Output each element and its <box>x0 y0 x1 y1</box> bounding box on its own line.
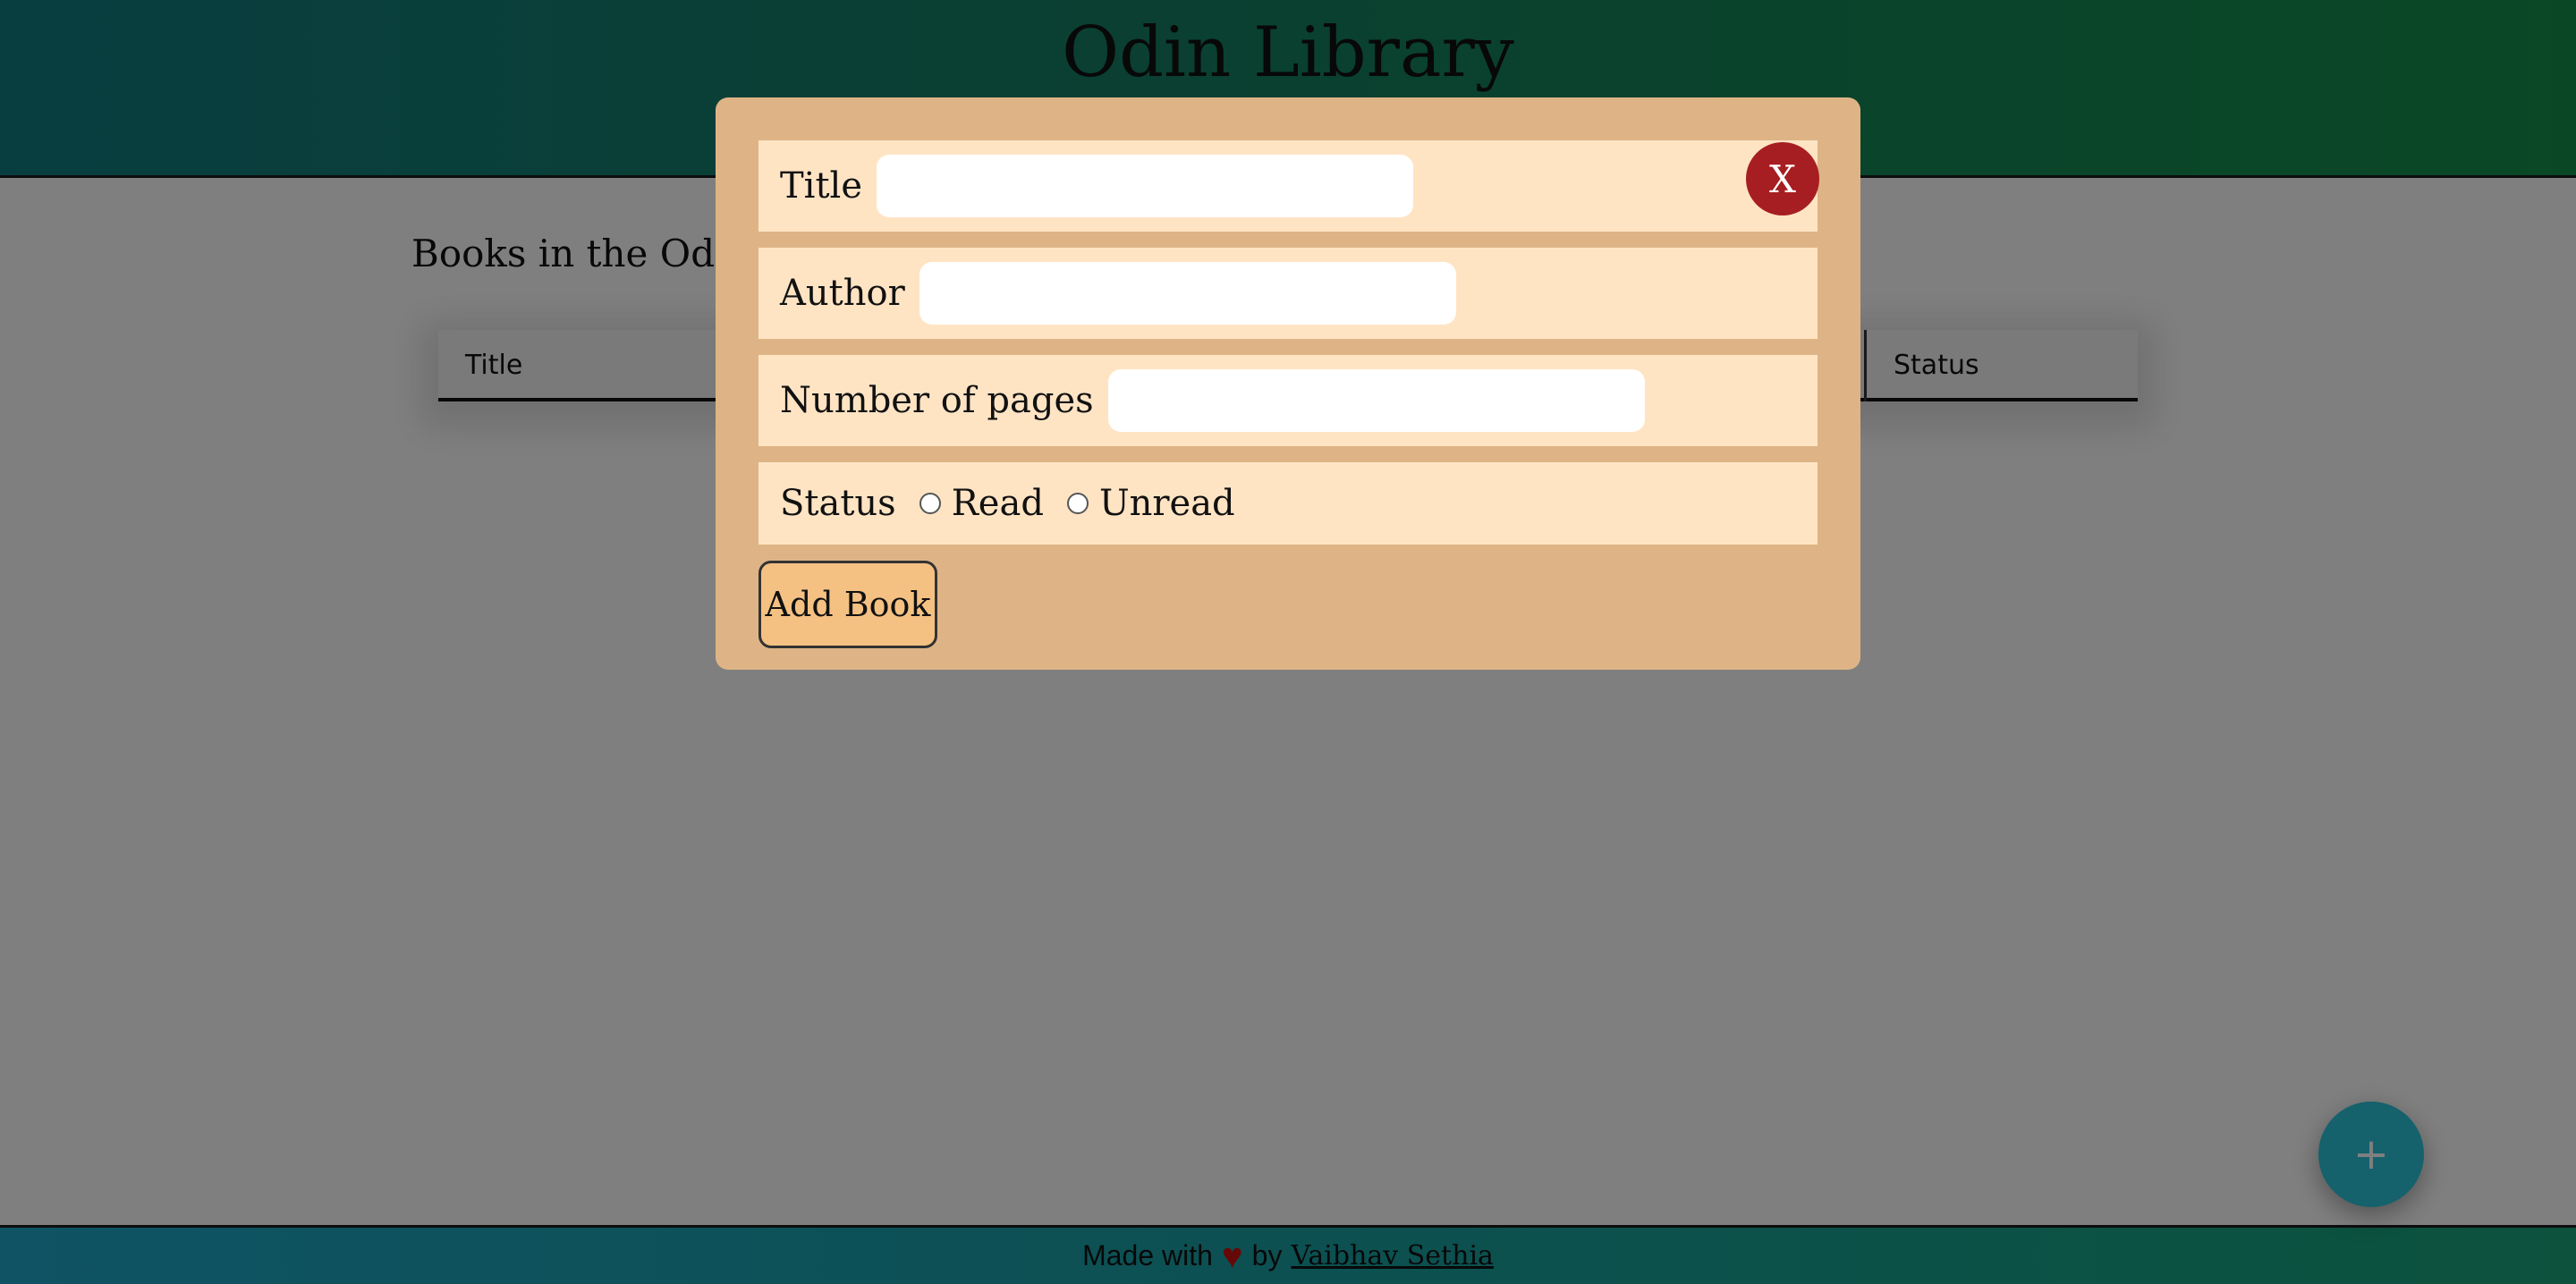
add-book-button[interactable]: Add Book <box>758 561 937 648</box>
pages-label: Number of pages <box>780 380 1094 421</box>
status-unread-radio[interactable] <box>1066 493 1089 514</box>
title-input[interactable] <box>877 155 1414 217</box>
title-field-row: Title <box>758 140 1818 232</box>
status-read-label[interactable]: Read <box>952 483 1044 524</box>
author-field-row: Author <box>758 248 1818 339</box>
status-unread-label[interactable]: Unread <box>1099 483 1235 524</box>
status-read-radio[interactable] <box>919 493 941 514</box>
pages-field-row: Number of pages <box>758 355 1818 446</box>
status-label: Status <box>780 483 896 524</box>
author-input[interactable] <box>919 262 1456 325</box>
add-book-modal: Title Author Number of pages Status Read… <box>716 97 1860 670</box>
close-modal-button[interactable]: X <box>1746 142 1819 215</box>
status-field-row: Status Read Unread <box>758 462 1818 545</box>
author-label: Author <box>780 273 905 314</box>
close-icon: X <box>1769 156 1796 201</box>
pages-input[interactable] <box>1107 369 1645 432</box>
title-label: Title <box>780 165 863 207</box>
